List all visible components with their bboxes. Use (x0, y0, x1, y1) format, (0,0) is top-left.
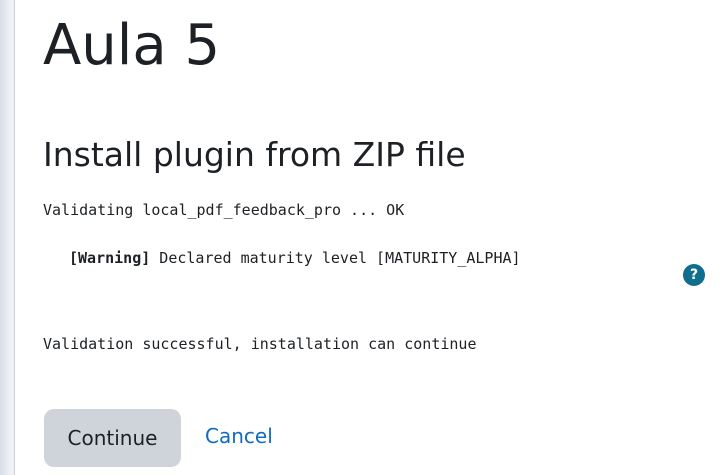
warning-tag: [Warning] (69, 249, 151, 267)
site-title: Aula 5 (43, 13, 221, 78)
help-icon[interactable]: ? (683, 264, 705, 286)
main-content: Aula 5 Install plugin from ZIP file Vali… (14, 0, 720, 475)
page-title: Install plugin from ZIP file (43, 135, 466, 174)
validating-status-line: Validating local_pdf_feedback_pro ... OK (43, 201, 405, 219)
warning-message: [Warning] Declared maturity level [MATUR… (69, 249, 521, 267)
page-background: Aula 5 Install plugin from ZIP file Vali… (0, 0, 720, 475)
validation-success-line: Validation successful, installation can … (43, 335, 477, 353)
cancel-link[interactable]: Cancel (205, 424, 273, 448)
continue-button[interactable]: Continue (44, 409, 181, 467)
warning-text: Declared maturity level [MATURITY_ALPHA] (150, 249, 521, 267)
